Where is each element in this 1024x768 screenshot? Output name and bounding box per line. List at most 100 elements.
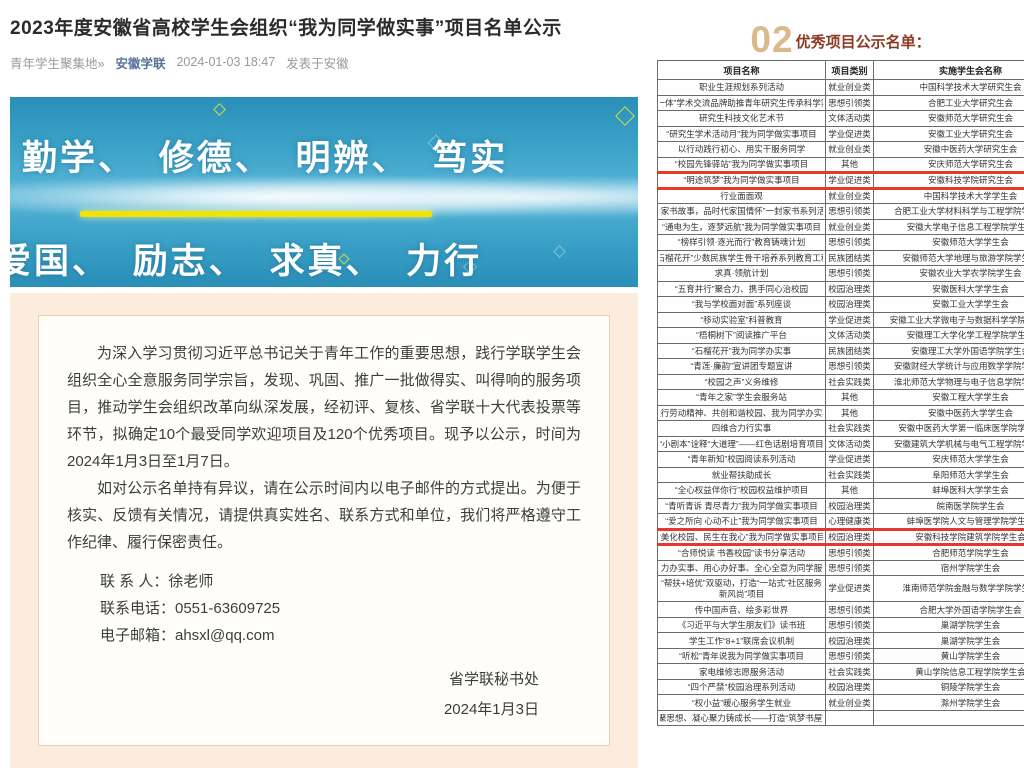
body-paragraph: 为深入学习贯彻习近平总书记关于青年工作的重要思想，践行学联学生会组织全心全意服务… [67, 340, 581, 475]
table-row: “我与学校面对面”系列座谈校园治理类安徽工业大学学生会 [658, 297, 1024, 313]
table-row: 四维合力行实事社会实践类安徽中医药大学第一临床医学院学生会 [658, 421, 1024, 437]
project-name-cell: 四维合力行实事 [658, 421, 826, 437]
project-category-cell: 思想引领类 [826, 602, 874, 618]
project-name-cell: “全心权益伴你行”校园权益维护项目 [658, 483, 826, 499]
table-row: “帮扶+培优”双驱动，打造“一站式”社区服务新风尚”项目学业促进类淮南师范学院金… [658, 576, 1024, 602]
project-category-cell: 就业创业类 [826, 80, 874, 96]
project-org-cell: 安徽科技学院建筑学院学生会 [874, 529, 1024, 545]
project-category-cell: 心理健康类 [826, 514, 874, 530]
project-name-cell: “梧桐树下”阅读推广平台 [658, 328, 826, 344]
project-name-cell: “校园之声”义务维修 [658, 374, 826, 390]
project-category-cell: 文体活动类 [826, 436, 874, 452]
project-name-cell: “帮扶+培优”双驱动，打造“一站式”社区服务新风尚”项目 [658, 576, 826, 602]
banner-slogan-line1: 勤学、 修德、 明辨、 笃实 [22, 130, 638, 181]
table-row: 行业面面观就业创业类中国科学技术大学学生会 [658, 188, 1024, 204]
project-name-cell: “明途筑梦”我为同学做实事项目 [658, 173, 826, 189]
page: 2023年度安徽省高校学生会组织“我为同学做实事”项目名单公示 青年学生聚集地»… [0, 0, 1024, 768]
project-name-cell: 用力办实事、用心办好事、全心全意为同学服务 [658, 560, 826, 576]
project-name-cell: “石榴花开”我为同学办实事 [658, 343, 826, 359]
table-header-row: 项目名称 项目类别 实施学生会名称 [658, 61, 1024, 80]
project-name-cell: “研究生学术活动月”我为同学做实事项目 [658, 126, 826, 142]
table-row: “石榴花开”少数民族学生骨干培养系列教育工程民族团结类安徽师范大学地理与旅游学院… [658, 250, 1024, 266]
project-name-cell: “榜样引领·逐光而行”教育铸魂计划 [658, 235, 826, 251]
contact-email: 电子邮箱：ahsxl@qq.com [100, 622, 581, 649]
article-body-box: 为深入学习贯彻习近平总书记关于青年工作的重要思想，践行学联学生会组织全心全意服务… [38, 315, 610, 746]
table-row: 《习近平与大学生朋友们》读书班思想引领类巢湖学院学生会 [658, 617, 1024, 633]
project-name-cell: “青年之家”学生会服务站 [658, 390, 826, 406]
project-org-cell: 淮北师范大学物理与电子信息学院学生会 [874, 374, 1024, 390]
banner-yellow-bar [80, 211, 432, 217]
project-name-cell: “四个严禁”校园治理系列活动 [658, 679, 826, 695]
project-category-cell: 就业创业类 [826, 142, 874, 158]
project-category-cell: 思想引领类 [826, 95, 874, 111]
project-name-cell: 求真·领航计划 [658, 266, 826, 282]
signature-block: 省学联秘书处 2024年1月3日 [67, 665, 581, 725]
meta-datetime: 2024-01-03 18:47 [176, 55, 275, 69]
project-category-cell: 民族团结类 [826, 250, 874, 266]
article-meta: 青年学生聚集地» 安徽学联 2024-01-03 18:47 发表于安徽 [10, 53, 638, 72]
projects-table-container: 项目名称 项目类别 实施学生会名称 职业生涯规划系列活动就业创业类中国科学技术大… [657, 60, 1024, 768]
table-row: “青莲·廉韵”宣讲团专题宣讲思想引领类安徽财经大学统计与应用数学学院学生会 [658, 359, 1024, 375]
project-name-cell: “三位一体”学术交流品牌助推青年研究生传承科学家精神 [658, 95, 826, 111]
project-category-cell: 学业促进类 [826, 452, 874, 468]
article-body-background: 为深入学习贯彻习近平总书记关于青年工作的重要思想，践行学联学生会组织全心全意服务… [10, 293, 638, 768]
project-name-cell: “权小益”暖心服务学生就业 [658, 695, 826, 711]
project-name-cell: “五育并行”聚合力、携手同心治校园 [658, 281, 826, 297]
project-org-cell: 安徽师范大学学生会 [874, 235, 1024, 251]
table-row: 求真·领航计划思想引领类安徽农业大学农学院学生会 [658, 266, 1024, 282]
table-row: 家电维修志愿服务活动社会实践类黄山学院信息工程学院学生会 [658, 664, 1024, 680]
table-row: 就业帮扶助成长社会实践类阜阳师范大学学生会 [658, 467, 1024, 483]
project-name-cell: “小剧本”诠释“大道理”——红色话剧培育项目 [658, 436, 826, 452]
project-category-cell: 思想引领类 [826, 359, 874, 375]
project-org-cell: 蚌埠医学院人文与管理学院学生会 [874, 514, 1024, 530]
table-row: “校园先锋驿站”我为同学做实事项目其他安庆师范大学研究生会 [658, 157, 1024, 173]
project-org-cell: 安徽工业大学学生会 [874, 297, 1024, 313]
section-header: 02 优秀项目公示名单： [657, 24, 1024, 55]
project-name-cell: “听家书故事，品时代家国情怀”一封家书系列活动 [658, 204, 826, 220]
project-org-cell: 安徽医科大学学生会 [874, 281, 1024, 297]
table-row: “全心权益伴你行”校园权益维护项目其他蚌埠医科大学学生会 [658, 483, 1024, 499]
project-category-cell: 社会实践类 [826, 374, 874, 390]
project-category-cell: 社会实践类 [826, 467, 874, 483]
table-row: “移动实验室”科普教育学业促进类安徽工业大学微电子与数据科学学院学生会 [658, 312, 1024, 328]
project-category-cell: 校园治理类 [826, 281, 874, 297]
project-org-cell: 合肥工业大学研究生会 [874, 95, 1024, 111]
project-org-cell: 安徽农业大学农学院学生会 [874, 266, 1024, 282]
table-row: 学生工作“8+1”联席会议机制校园治理类巢湖学院学生会 [658, 633, 1024, 649]
project-category-cell: 学业促进类 [826, 126, 874, 142]
project-category-cell: 文体活动类 [826, 111, 874, 127]
project-org-cell: 宿州学院学生会 [874, 560, 1024, 576]
section-title: 优秀项目公示名单： [796, 31, 931, 55]
project-org-cell: 安徽科技学院研究生会 [874, 173, 1024, 189]
project-category-cell: 其他 [826, 390, 874, 406]
announcement-column: 02 优秀项目公示名单： 项目名称 项目类别 实施学生会名称 职业生涯规划系列活… [657, 0, 1024, 768]
project-org-cell: 中国科学技术大学学生会 [874, 188, 1024, 204]
project-name-cell: “合师悦读 书香校园”读书分享活动 [658, 545, 826, 561]
project-name-cell: 家电维修志愿服务活动 [658, 664, 826, 680]
table-row: “四个严禁”校园治理系列活动校园治理类铜陵学院学生会 [658, 679, 1024, 695]
table-row: “爱之所向 心动不止”我为同学做实事项目心理健康类蚌埠医学院人文与管理学院学生会 [658, 514, 1024, 530]
table-row: 研究生科技文化艺术节文体活动类安徽师范大学研究生会 [658, 111, 1024, 127]
contact-person: 联 系 人：徐老师 [100, 568, 581, 595]
project-org-cell: 安徽中医药大学学生会 [874, 405, 1024, 421]
signature-date: 2024年1月3日 [67, 695, 539, 725]
table-row: “梧桐树下”阅读推广平台文体活动类安徽理工大学化学工程学院学生会 [658, 328, 1024, 344]
project-name-cell: 践行劳动精神、共创和谐校园、我为同学办实事 [658, 405, 826, 421]
project-org-cell [874, 710, 1024, 726]
project-name-cell: “爱之所向 心动不止”我为同学做实事项目 [658, 514, 826, 530]
table-row: “听家书故事，品时代家国情怀”一封家书系列活动思想引领类合肥工业大学材料科学与工… [658, 204, 1024, 220]
project-org-cell: 阜阳师范大学学生会 [874, 467, 1024, 483]
project-org-cell: 安徽大学电子信息工程学院学生会 [874, 219, 1024, 235]
meta-account-link[interactable]: 安徽学联 [115, 53, 165, 72]
table-row: “五育并行”聚合力、携手同心治校园校园治理类安徽医科大学学生会 [658, 281, 1024, 297]
project-name-cell: 行业面面观 [658, 188, 826, 204]
project-category-cell: 学业促进类 [826, 173, 874, 189]
table-row: “榜样引领·逐光而行”教育铸魂计划思想引领类安徽师范大学学生会 [658, 235, 1024, 251]
table-row: “青年新知”校园阅读系列活动学业促进类安庆师范大学学生会 [658, 452, 1024, 468]
header-project-name: 项目名称 [658, 61, 826, 80]
project-category-cell: 思想引领类 [826, 545, 874, 561]
project-name-cell: “移动实验室”科普教育 [658, 312, 826, 328]
project-org-cell: 安徽师范大学地理与旅游学院学生会 [874, 250, 1024, 266]
table-row: “研究生学术活动月”我为同学做实事项目学业促进类安徽工业大学研究生会 [658, 126, 1024, 142]
project-category-cell: 其他 [826, 157, 874, 173]
